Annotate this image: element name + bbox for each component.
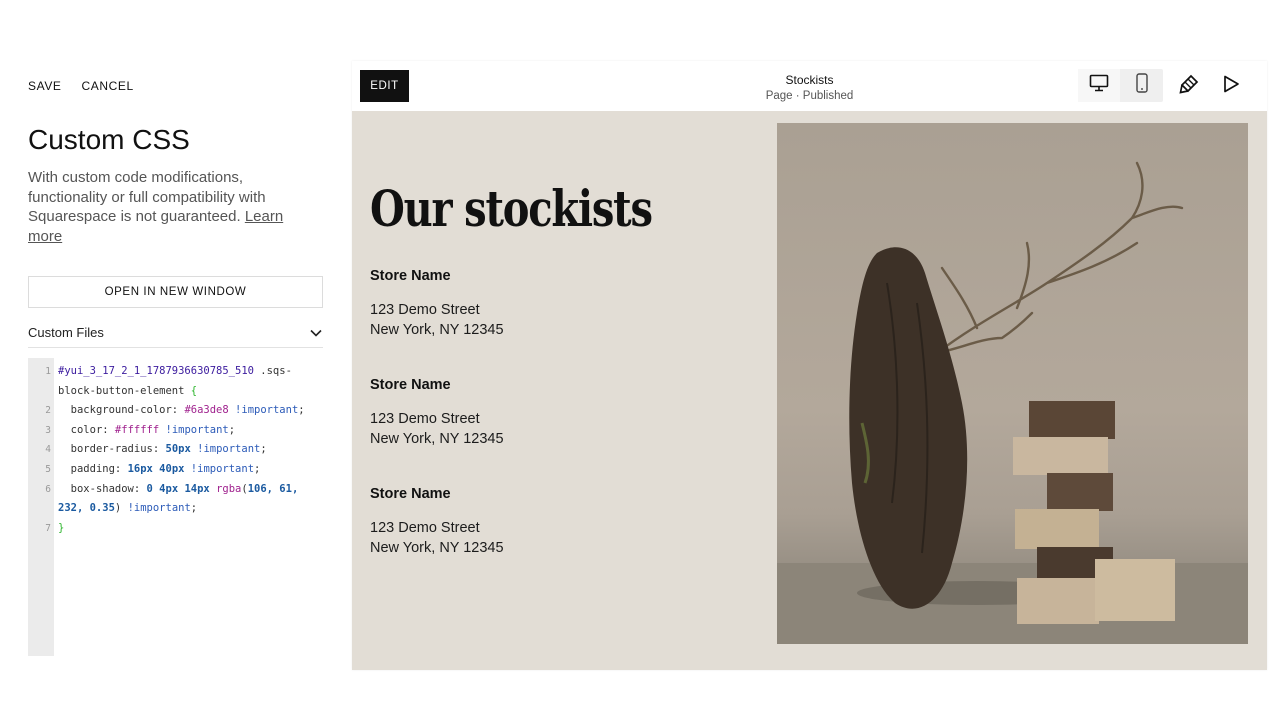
code-line: 2 background-color: #6a3de8 !important; (28, 401, 323, 421)
code-line: 7} (28, 519, 323, 539)
line-number: 5 (45, 463, 51, 475)
store-block: Store Name 123 Demo Street New York, NY … (370, 377, 730, 449)
desktop-view-button[interactable] (1078, 69, 1120, 102)
panel-actions: SAVE CANCEL (28, 79, 134, 93)
store-address: 123 Demo Street New York, NY 12345 (370, 301, 730, 340)
line-number: 7 (45, 522, 51, 534)
stockists-heading: Our stockists (370, 179, 653, 238)
custom-files-toggle[interactable]: Custom Files (28, 318, 323, 348)
store-street: 123 Demo Street (370, 302, 480, 318)
save-button[interactable]: SAVE (28, 79, 62, 93)
line-number: 3 (45, 424, 51, 436)
site-styles-button[interactable] (1174, 71, 1204, 101)
preview-toolbar: EDIT Stockists Page · Published (352, 61, 1267, 111)
preview-play-button[interactable] (1216, 71, 1246, 101)
mobile-icon (1135, 73, 1149, 98)
open-in-new-window-button[interactable]: OPEN IN NEW WINDOW (28, 276, 323, 308)
chevron-down-icon (309, 326, 323, 340)
panel-description: With custom code modifications, function… (28, 168, 318, 246)
store-name: Store Name (370, 486, 451, 502)
code-line: 3 color: #ffffff !important; (28, 421, 323, 441)
store-street: 123 Demo Street (370, 411, 480, 427)
line-number: 1 (45, 366, 51, 377)
store-name: Store Name (370, 268, 451, 284)
device-toggle (1078, 69, 1163, 102)
store-name: Store Name (370, 377, 451, 393)
desktop-icon (1089, 74, 1109, 97)
line-number: 2 (45, 405, 51, 417)
line-number: 6 (45, 483, 51, 495)
store-city: New York, NY 12345 (370, 539, 504, 556)
store-city: New York, NY 12345 (370, 430, 504, 447)
store-address: 123 Demo Street New York, NY 12345 (370, 410, 730, 449)
code-line: 5 padding: 16px 40px !important; (28, 460, 323, 480)
store-city: New York, NY 12345 (370, 321, 504, 338)
play-icon (1221, 74, 1241, 99)
code-line: 6 box-shadow: 0 4px 14px rgba(106, 61, 2… (28, 480, 323, 519)
code-editor[interactable]: 1 #yui_3_17_2_1_1787936630785_510 .sqs-bl… (28, 358, 323, 656)
description-text: With custom code modifications, function… (28, 169, 266, 225)
store-address: 123 Demo Street New York, NY 12345 (370, 519, 730, 558)
store-block: Store Name 123 Demo Street New York, NY … (370, 486, 730, 558)
mobile-view-button[interactable] (1121, 69, 1163, 102)
store-street: 123 Demo Street (370, 520, 480, 536)
cancel-button[interactable]: CANCEL (82, 79, 134, 93)
edit-button[interactable]: EDIT (360, 70, 409, 102)
css-editor-panel: SAVE CANCEL Custom CSS With custom code … (0, 0, 352, 672)
code-line: 1 #yui_3_17_2_1_1787936630785_510 .sqs-bl… (28, 362, 323, 401)
paintbrush-icon (1178, 73, 1200, 100)
code-line: 4 border-radius: 50px !important; (28, 440, 323, 460)
line-number: 4 (45, 444, 51, 456)
panel-title: Custom CSS (28, 124, 190, 155)
custom-files-label: Custom Files (28, 325, 104, 340)
product-photo (777, 123, 1248, 644)
site-preview: EDIT Stockists Page · Published Our stoc… (352, 61, 1267, 670)
store-block: Store Name 123 Demo Street New York, NY … (370, 268, 730, 340)
page-content: Our stockists Store Name 123 Demo Street… (352, 111, 1267, 670)
code-content: 1 #yui_3_17_2_1_1787936630785_510 .sqs-bl… (28, 362, 323, 538)
app-root: SAVE CANCEL Custom CSS With custom code … (0, 0, 1280, 720)
